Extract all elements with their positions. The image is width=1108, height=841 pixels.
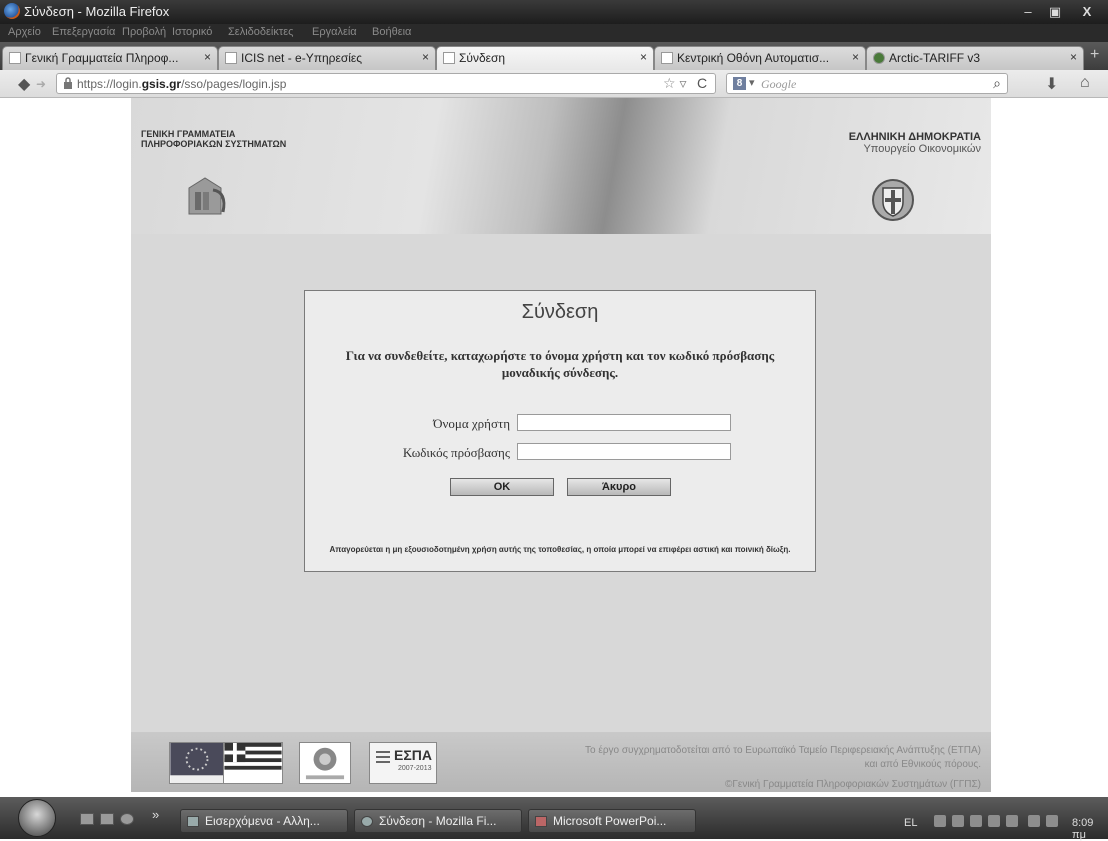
firefox-icon <box>361 816 373 827</box>
username-input[interactable] <box>517 414 731 431</box>
ministry-name: ΕΛΛΗΝΙΚΗ ΔΗΜΟΚΡΑΤΙΑ Υπουργείο Οικονομικώ… <box>848 131 981 155</box>
taskbar-item-firefox[interactable]: Σύνδεση - Mozilla Fi... <box>354 809 522 833</box>
search-placeholder: Google <box>761 77 797 91</box>
site-header: ΓΕΝΙΚΗ ΓΡΑΜΜΑΤΕΙΑ ΠΛΗΡΟΦΟΡΙΑΚΩΝ ΣΥΣΤΗΜΑΤ… <box>131 98 991 234</box>
tab-gsis-home[interactable]: Γενική Γραμματεία Πληροφ... × <box>2 46 218 70</box>
tray-icon[interactable] <box>988 815 1000 827</box>
eu-flag-logo <box>169 742 225 784</box>
unauthorized-use-warning: Απαγορεύεται η μη εξουσιοδοτημένη χρήση … <box>329 545 791 554</box>
powerpoint-icon <box>535 816 547 827</box>
forward-button[interactable]: ➜ <box>36 77 46 91</box>
menu-help[interactable]: Βοήθεια <box>372 26 411 38</box>
password-input[interactable] <box>517 443 731 460</box>
site-footer: ΕΣΠΑ 2007-2013 Το έργο συγχρηματοδοτείτα… <box>131 732 991 792</box>
tab-arctic-tariff[interactable]: Arctic-TARIFF v3 × <box>866 46 1084 70</box>
tab-label: Κεντρική Οθόνη Αυτοματισ... <box>677 51 830 65</box>
menu-history[interactable]: Ιστορικό <box>172 26 212 38</box>
page-icon <box>443 52 455 64</box>
tab-close-icon[interactable]: × <box>640 50 647 64</box>
espa-logo: ΕΣΠΑ 2007-2013 <box>369 742 437 784</box>
cancel-button[interactable]: Άκυρο <box>567 478 671 496</box>
bookmark-star-icon[interactable]: ☆ ▿ <box>663 75 686 92</box>
switch-windows-icon[interactable] <box>100 813 114 825</box>
tab-close-icon[interactable]: × <box>852 50 859 64</box>
maximize-button[interactable]: ▣ <box>1043 3 1067 21</box>
tab-label: Γενική Γραμματεία Πληροφ... <box>25 51 179 65</box>
tray-icon[interactable] <box>934 815 946 827</box>
tab-strip: Γενική Γραμματεία Πληροφ... × ICIS net -… <box>0 42 1108 70</box>
reload-icon[interactable]: C <box>697 75 707 91</box>
ministry-logo <box>299 742 351 784</box>
tab-automation[interactable]: Κεντρική Οθόνη Αυτοματισ... × <box>654 46 866 70</box>
login-form: Σύνδεση Για να συνδεθείτε, καταχωρήστε τ… <box>304 290 816 572</box>
window-title-bar: Σύνδεση - Mozilla Firefox – ▣ X <box>0 0 1108 24</box>
menu-bookmarks[interactable]: Σελιδοδείκτες <box>228 26 293 38</box>
url-text: https://login.gsis.gr/sso/pages/login.js… <box>77 77 287 91</box>
search-engine-dropdown[interactable]: ▾ <box>749 76 755 89</box>
page-icon <box>9 52 21 64</box>
search-engine-icon[interactable]: 8 <box>733 77 746 90</box>
tab-login[interactable]: Σύνδεση × <box>436 46 654 70</box>
gsis-logo <box>188 177 226 215</box>
tab-close-icon[interactable]: × <box>204 50 211 64</box>
login-title: Σύνδεση <box>521 301 599 323</box>
minimize-button[interactable]: – <box>1016 3 1040 21</box>
tab-label: ICIS net - e-Υπηρεσίες <box>241 51 363 65</box>
menu-file[interactable]: Αρχείο <box>8 26 41 38</box>
greek-coat-of-arms-icon <box>872 179 914 221</box>
new-tab-button[interactable]: + <box>1090 46 1099 64</box>
tray-icon[interactable] <box>952 815 964 827</box>
search-bar[interactable]: 8 ▾ Google ⌕ <box>726 73 1008 94</box>
tab-icisnet[interactable]: ICIS net - e-Υπηρεσίες × <box>218 46 436 70</box>
lock-icon <box>64 77 72 89</box>
page-icon <box>225 52 237 64</box>
home-icon[interactable]: ⌂ <box>1080 74 1090 92</box>
page-icon <box>661 52 673 64</box>
username-label: Όνομα χρήστη <box>433 416 510 431</box>
outlook-icon <box>187 816 199 827</box>
start-button[interactable] <box>18 799 56 837</box>
menu-view[interactable]: Προβολή <box>122 26 166 38</box>
back-button[interactable]: ◆ <box>18 74 30 94</box>
network-icon[interactable] <box>1006 815 1018 827</box>
taskbar-item-powerpoint[interactable]: Microsoft PowerPoi... <box>528 809 696 833</box>
search-icon[interactable]: ⌕ <box>993 75 1001 92</box>
clock[interactable]: 8:09 πμ <box>1072 817 1108 841</box>
greek-flag-logo <box>223 742 283 784</box>
menu-bar: Αρχείο Επεξεργασία Προβολή Ιστορικό Σελι… <box>0 24 1108 42</box>
volume-icon[interactable] <box>1046 815 1058 827</box>
tab-close-icon[interactable]: × <box>422 50 429 64</box>
url-bar[interactable]: https://login.gsis.gr/sso/pages/login.js… <box>56 73 716 94</box>
quicklaunch-more-icon[interactable]: » <box>152 807 159 822</box>
ok-button[interactable]: OK <box>450 478 554 496</box>
page-content: ΓΕΝΙΚΗ ΓΡΑΜΜΑΤΕΙΑ ΠΛΗΡΟΦΟΡΙΑΚΩΝ ΣΥΣΤΗΜΑΤ… <box>131 98 991 792</box>
window-title: Σύνδεση - Mozilla Firefox <box>24 4 170 19</box>
taskbar-item-outlook[interactable]: Εισερχόμενα - Αλλη... <box>180 809 348 833</box>
downloads-icon[interactable]: ⬇ <box>1045 74 1058 94</box>
tab-label: Arctic-TARIFF v3 <box>889 51 981 65</box>
browser-quicklaunch-icon[interactable] <box>120 813 134 825</box>
gsis-org-name: ΓΕΝΙΚΗ ΓΡΑΜΜΑΤΕΙΑ ΠΛΗΡΟΦΟΡΙΑΚΩΝ ΣΥΣΤΗΜΑΤ… <box>141 129 287 149</box>
show-desktop-icon[interactable] <box>80 813 94 825</box>
password-label: Κωδικός πρόσβασης <box>402 445 510 460</box>
firefox-icon <box>4 3 20 19</box>
funding-notice: Το έργο συγχρηματοδοτείται από το Ευρωπα… <box>585 745 981 790</box>
globe-icon <box>873 52 885 64</box>
menu-edit[interactable]: Επεξεργασία <box>52 26 115 38</box>
tray-icon[interactable] <box>970 815 982 827</box>
tab-label: Σύνδεση <box>459 51 506 65</box>
language-indicator[interactable]: EL <box>904 817 917 829</box>
display-icon[interactable] <box>1028 815 1040 827</box>
menu-tools[interactable]: Εργαλεία <box>312 26 357 38</box>
tab-close-icon[interactable]: × <box>1070 50 1077 64</box>
taskbar: » Εισερχόμενα - Αλλη... Σύνδεση - Mozill… <box>0 797 1108 841</box>
navigation-bar: ◆ ➜ https://login.gsis.gr/sso/pages/logi… <box>0 70 1108 98</box>
login-instructions: Για να συνδεθείτε, καταχωρήστε το όνομα … <box>345 348 775 380</box>
close-window-button[interactable]: X <box>1072 3 1102 21</box>
